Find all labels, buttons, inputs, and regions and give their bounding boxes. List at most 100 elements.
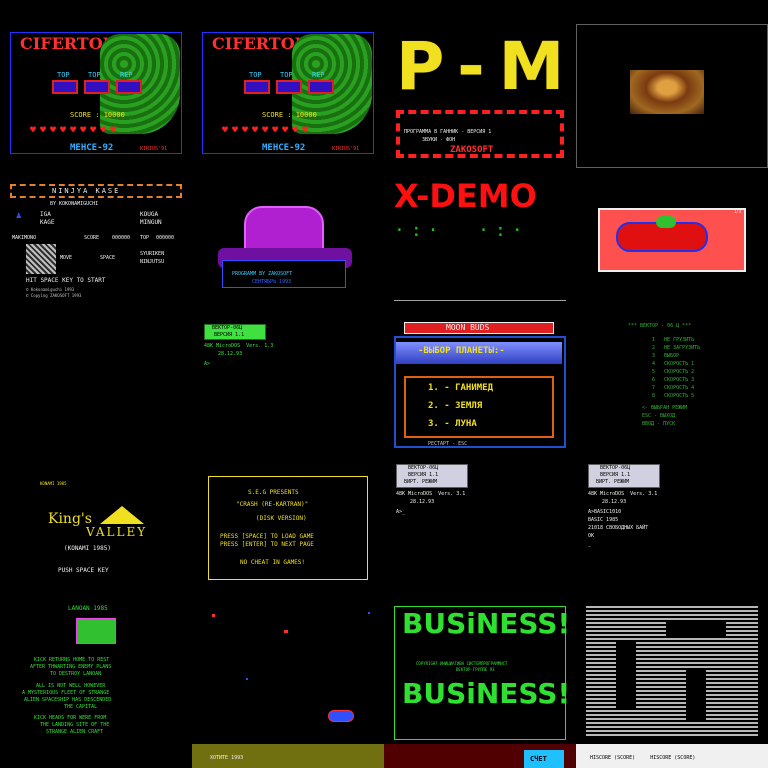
maze-corridor-1 <box>616 640 636 710</box>
pm-big-title: P-M <box>396 28 576 105</box>
vector2-l1: ВЕКТОР-06Ц <box>408 465 439 471</box>
ninja-ninjutsu: NINJUTSU <box>140 259 165 265</box>
crash-l3: (DISK VERSION) <box>256 515 307 522</box>
vector2-l5: 28.12.93 <box>410 499 435 505</box>
crash-l2: "CRASH (RE-KARTRAN)" <box>236 501 309 508</box>
ninja-title: NINJYA KASE <box>52 187 121 195</box>
ciferton-slot-2 <box>84 80 110 94</box>
menu-item-1[interactable]: 1 НЕ ГРУЗИТЬ <box>652 338 694 343</box>
vector3-l1: ВЕКТОР-06Ц <box>600 465 631 471</box>
ciferton-footer: MEHCE-92 <box>70 143 114 153</box>
pm-brand: ZAKOSOFT <box>450 145 494 155</box>
vector3-l10: _ <box>588 541 592 547</box>
vector2-l6: A>_ <box>396 509 406 515</box>
lanoan-t3: TO DESTROY LANOAN <box>50 671 102 677</box>
tile-moonbuds[interactable]: MOON BUDS -ВЫБОР ПЛАНЕТЫ:- 1. - ГАНИМЕД … <box>384 320 576 468</box>
tile-monalisa[interactable] <box>576 24 768 172</box>
monalisa-picture <box>630 70 704 114</box>
ciferton-label-3: REP <box>120 71 133 79</box>
moonbuds-foot: РЕСТАРТ - ESC <box>428 441 468 447</box>
space-ship <box>328 710 354 722</box>
crash-l4[interactable]: PRESS [SPACE] TO LOAD GAME <box>220 534 314 540</box>
business-copy-1: COPYRIGHT ИНИЦИАТИВА СИСТЕМПРОГРАММИСТ <box>416 661 508 666</box>
tile-vector-3[interactable]: ВЕКТОР-06Ц ВЕРСИЯ 1.1 ВИРТ. РЕЖИМ 48K Mi… <box>576 464 768 612</box>
moonbuds-p1[interactable]: 1. - ГАНИМЕД <box>428 384 493 393</box>
menu-item-4[interactable]: 4 СКОРОСТЬ 1 <box>652 362 694 367</box>
tile-crash[interactable]: S.E.G PRESENTS "CRASH (RE-KARTRAN)" (DIS… <box>192 464 384 612</box>
moonbuds-choose: -ВЫБОР ПЛАНЕТЫ:- <box>418 346 505 356</box>
moonbuds-p2[interactable]: 2. - ЗЕМЛЯ <box>428 402 482 411</box>
vector2-l4: 48K MicroDOS Vers. 3.1 <box>396 491 466 497</box>
tile-ciferton-2[interactable]: CIFERTON TOP TOP REP SCORE : 10000 ♥♥♥♥♥… <box>192 24 384 172</box>
bottom-strip-3-label: HISCORE (SCORE) HISCORE (SCORE) <box>590 755 696 761</box>
ninja-shuriken: SYURIKEN <box>140 251 165 257</box>
tile-pm[interactable]: P-M ПРОГРАММА В ГАННИК - ВЕРСИЯ 1 ЗВУКИ … <box>384 24 576 172</box>
moonbuds-p3[interactable]: 3. - ЛУНА <box>428 420 477 429</box>
ninja-r3e: 000000 <box>156 235 175 241</box>
space-star-2 <box>284 630 288 633</box>
ninja-hit: HIT SPACE KEY TO START <box>26 277 106 284</box>
business-word-2: BUSiNESS! <box>402 677 571 710</box>
menu-item-7[interactable]: 7 СКОРОСТЬ 4 <box>652 386 694 391</box>
tile-blank[interactable] <box>0 320 192 468</box>
menu-header: *** ВЕКТОР - 06 Ц *** <box>628 323 692 329</box>
tile-xdemo[interactable]: X-DEMO ·:· ·:· <box>384 176 576 324</box>
ciferton-credit: KIRIUS'91 <box>140 146 168 152</box>
vector2-l3: ВИРТ. РЕЖИМ <box>404 479 438 485</box>
lanoan-title: LANOAN 1985 <box>68 605 108 612</box>
menu-item-5[interactable]: 5 СКОРОСТЬ 2 <box>652 370 694 375</box>
business-word-1: BUSiNESS! <box>402 607 571 640</box>
vector3-l3: ВИРТ. РЕЖИМ <box>596 479 630 485</box>
ninja-r3b: SCORE <box>84 235 100 241</box>
ciferton-label-1: TOP <box>249 71 262 79</box>
bottom-strip-2-label: СЧЕТ <box>530 755 547 763</box>
ciferton-label-2: TOP <box>88 71 101 79</box>
vector3-l6: A>BASIC1010 <box>588 509 622 515</box>
ciferton-slot-3 <box>116 80 142 94</box>
kings-push[interactable]: PUSH SPACE KEY <box>58 568 109 574</box>
ninja-r2b: MINGUN <box>140 219 162 226</box>
xdemo-line <box>394 300 566 301</box>
ninja-space: SPACE <box>100 255 116 261</box>
business-copy-2: ВЕКТОР-ГРУППЕ 93 <box>456 667 495 672</box>
tile-vector-2[interactable]: ВЕКТОР-06Ц ВЕРСИЯ 1.1 ВИРТ. РЕЖИМ 48K Mi… <box>384 464 576 612</box>
menu-item-6[interactable]: 6 СКОРОСТЬ 3 <box>652 378 694 383</box>
kings-konami: (KONAMI 1985) <box>64 545 111 552</box>
ninja-move: MOVE <box>60 255 73 261</box>
tile-vector-1[interactable]: ВЕКТОР-06Ц ВЕРСИЯ 1.1 48K MicroDOS Vers.… <box>192 320 384 468</box>
menu-item-3[interactable]: 3 ВЫБОР <box>652 354 679 359</box>
tile-racecar[interactable]: 1/4 <box>576 176 768 324</box>
tile-totem[interactable]: PROGRAMM BY ZAKOSOFT СЕНТЯБРЬ 1993 <box>192 176 384 324</box>
ninja-r3a: MAKIMONO <box>12 235 37 241</box>
ninja-by: BY KOKONAMIGUCHI <box>50 201 99 207</box>
tile-space[interactable] <box>192 600 384 748</box>
menu-footer-2: ESC - ВЫХОД <box>642 413 676 419</box>
lanoan-t10: STRANGE ALIEN CRAFT <box>46 729 104 735</box>
menu-item-8[interactable]: 8 СКОРОСТЬ 5 <box>652 394 694 399</box>
racecar-corner: 1/4 <box>734 209 742 214</box>
moonbuds-title: MOON BUDS <box>446 323 490 332</box>
lanoan-t1: KICK RETURNS HOME TO REST <box>34 657 110 663</box>
crash-l5[interactable]: PRESS [ENTER] TO NEXT PAGE <box>220 542 314 548</box>
tile-maze[interactable] <box>576 600 768 748</box>
totem-line-2: СЕНТЯБРЬ 1993 <box>252 279 292 285</box>
lanoan-t2: AFTER THWARTING ENEMY PLANS <box>30 664 112 670</box>
tile-ninja[interactable]: NINJYA KASE BY KOKONAMIGUCHI IGA KOUGA K… <box>0 176 192 324</box>
tile-ciferton-1[interactable]: CIFERTON TOP TOP REP SCORE : 10000 ♥♥♥♥♥… <box>0 24 192 172</box>
crash-l6: NO CHEAT IN GAMES! <box>240 559 306 566</box>
menu-item-2[interactable]: 2 НЕ ЗАГРУЗИТЬ <box>652 346 700 351</box>
ciferton-slot-3 <box>308 80 334 94</box>
vector1-l1: ВЕКТОР-06Ц <box>212 325 243 331</box>
vector3-l2: ВЕРСИЯ 1.1 <box>600 472 631 478</box>
space-star-3 <box>246 678 248 680</box>
ciferton-hearts: ♥♥♥♥♥♥♥♥♥ <box>30 125 121 136</box>
lanoan-t7: THE CAPITAL <box>64 704 98 710</box>
ninja-sprites: ♟ <box>16 211 22 221</box>
totem-head <box>244 206 324 254</box>
tile-kings-valley[interactable]: KONAMI 1985 King's VALLEY (KONAMI 1985) … <box>0 464 192 612</box>
tile-business[interactable]: BUSiNESS! COPYRIGHT ИНИЦИАТИВА СИСТЕМПРО… <box>384 600 576 748</box>
vector3-l5: 28.12.93 <box>602 499 627 505</box>
tile-lanoan[interactable]: LANOAN 1985 KICK RETURNS HOME TO REST AF… <box>0 600 192 748</box>
tile-menu[interactable]: *** ВЕКТОР - 06 Ц *** 1 НЕ ГРУЗИТЬ 2 НЕ … <box>576 320 768 468</box>
ciferton-slot-2 <box>276 80 302 94</box>
